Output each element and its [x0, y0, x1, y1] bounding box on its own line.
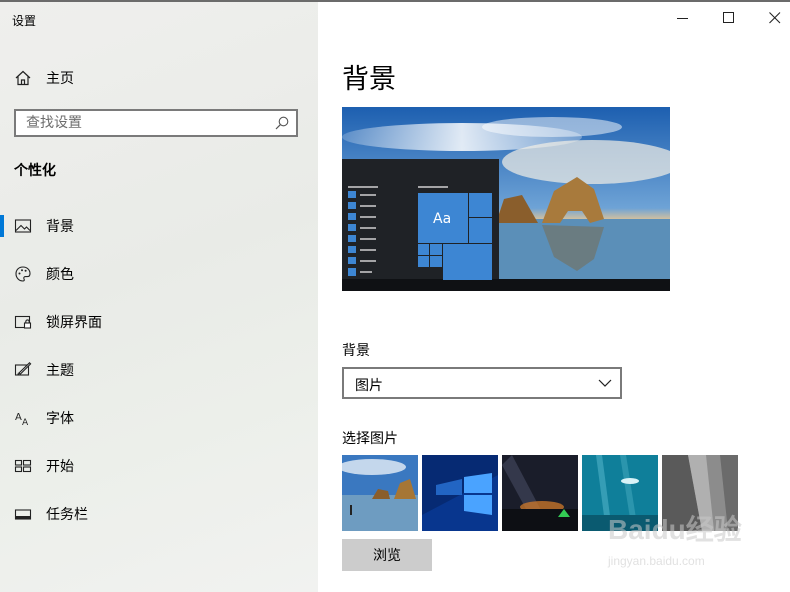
preview-image	[342, 107, 670, 291]
watermark-url: jingyan.baidu.com	[608, 554, 705, 568]
sidebar-item-label: 任务栏	[46, 507, 88, 523]
section-heading: 个性化	[14, 163, 56, 179]
watermark-text: Baidu经验	[608, 514, 742, 545]
search-box[interactable]	[14, 109, 298, 137]
windows-light-thumbnail[interactable]	[422, 455, 498, 531]
search-icon[interactable]	[274, 115, 290, 131]
search-input[interactable]	[16, 111, 276, 135]
sidebar-item-label: 锁屏界面	[46, 315, 102, 331]
baidu-watermark: Baidu经验 jingyan.baidu.com	[604, 506, 774, 586]
close-button[interactable]	[752, 2, 790, 34]
background-type-dropdown[interactable]: 图片	[342, 367, 622, 399]
night-sky-thumbnail[interactable]	[502, 455, 578, 531]
fonts-icon: A A	[15, 412, 29, 427]
selected-indicator	[0, 215, 4, 237]
sidebar-item-label: 字体	[46, 411, 74, 427]
background-type-label: 背景	[342, 343, 370, 359]
preview-tile-text: Aa	[433, 211, 452, 227]
maximize-icon	[723, 12, 734, 23]
close-icon	[769, 12, 781, 24]
sidebar-item-themes[interactable]: 主题	[0, 350, 318, 390]
sidebar-item-fonts[interactable]: A A 字体	[0, 398, 318, 438]
palette-icon	[15, 266, 31, 282]
picture-icon	[14, 219, 32, 233]
home-nav-item[interactable]: 主页	[0, 62, 318, 94]
page-title: 背景	[342, 64, 396, 95]
sidebar-item-colors[interactable]: 颜色	[0, 254, 318, 294]
sidebar-item-label: 颜色	[46, 267, 74, 283]
minimize-icon	[677, 18, 688, 19]
background-preview: Aa	[342, 107, 670, 291]
lock-screen-icon	[14, 315, 32, 329]
sidebar-item-taskbar[interactable]: 任务栏	[0, 494, 318, 534]
beach-rock-thumbnail[interactable]	[342, 455, 418, 531]
svg-text:A: A	[15, 412, 22, 423]
home-label: 主页	[46, 71, 74, 87]
dropdown-selected-value: 图片	[355, 378, 383, 394]
sidebar-item-lock-screen[interactable]: 锁屏界面	[0, 302, 318, 342]
home-icon	[15, 70, 31, 86]
sidebar-item-start[interactable]: 开始	[0, 446, 318, 486]
start-icon	[14, 459, 32, 473]
browse-button[interactable]: 浏览	[342, 539, 432, 571]
maximize-button[interactable]	[706, 2, 752, 34]
minimize-button[interactable]	[660, 2, 706, 34]
themes-icon	[14, 362, 32, 376]
sidebar: 设置 主页 个性化 背景 颜色	[0, 2, 318, 592]
sidebar-item-label: 主题	[46, 363, 74, 379]
choose-picture-label: 选择图片	[342, 431, 398, 447]
app-title: 设置	[12, 14, 37, 28]
sidebar-item-label: 开始	[46, 459, 74, 475]
sidebar-item-background[interactable]: 背景	[0, 206, 318, 246]
svg-text:A: A	[22, 418, 29, 427]
chevron-down-icon	[598, 379, 612, 387]
taskbar-icon	[14, 509, 32, 520]
sidebar-item-label: 背景	[46, 219, 74, 235]
